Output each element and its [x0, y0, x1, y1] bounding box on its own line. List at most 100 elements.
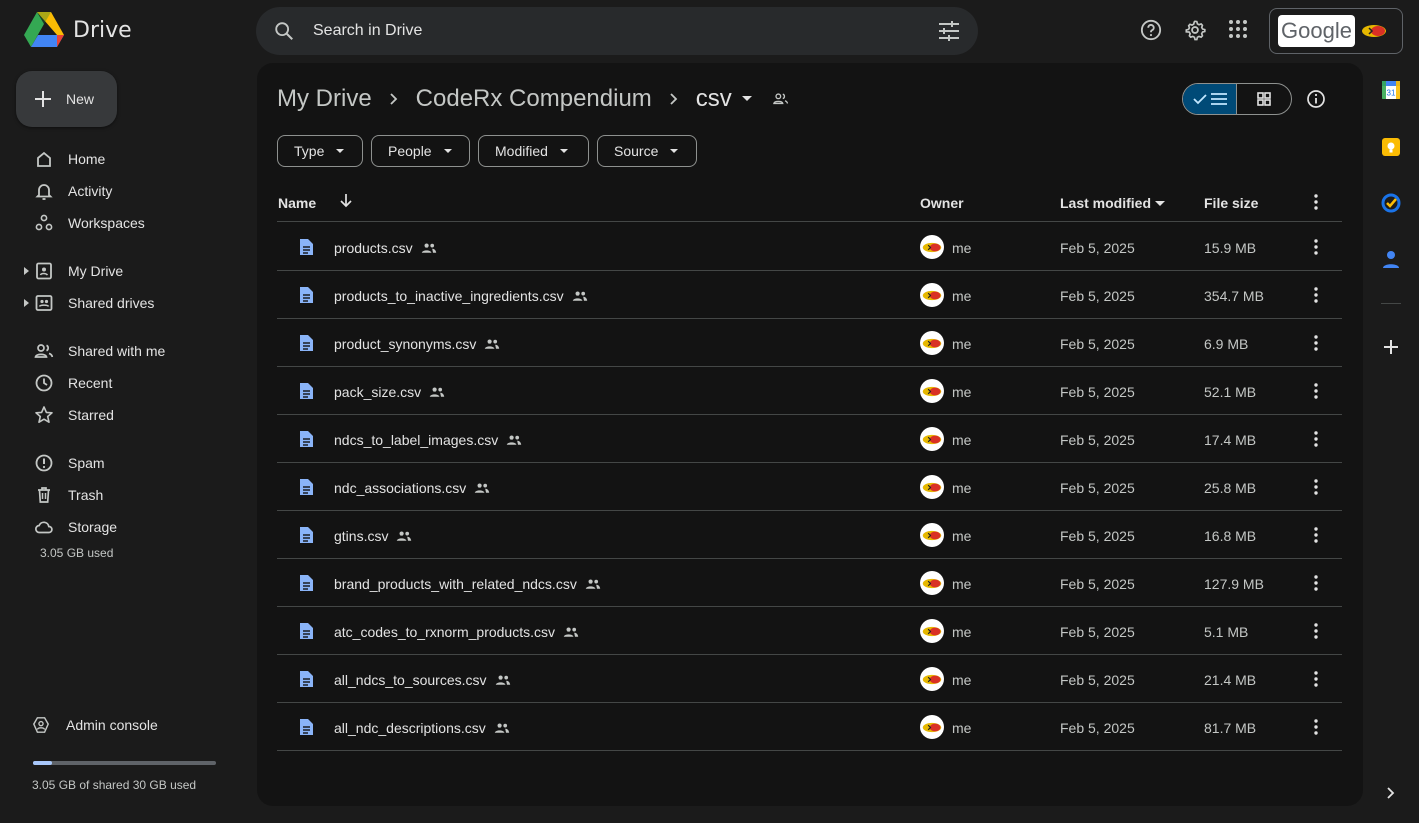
owner-avatar-icon — [922, 434, 942, 444]
column-header-name[interactable]: Name — [278, 195, 316, 211]
new-button[interactable]: New — [16, 71, 117, 127]
more-vert-icon[interactable] — [1314, 239, 1318, 255]
filter-people-chip[interactable]: People — [371, 135, 470, 167]
account-switcher[interactable]: Google — [1269, 8, 1403, 54]
table-row[interactable]: ndcs_to_label_images.csv me Feb 5, 2025 17.… — [277, 415, 1342, 463]
file-size: 15.9 MB — [1204, 240, 1257, 256]
keep-app-button[interactable] — [1371, 137, 1411, 157]
search-icon[interactable] — [273, 20, 295, 42]
help-icon[interactable] — [1140, 19, 1162, 41]
file-name[interactable]: pack_size.csv — [334, 384, 421, 400]
table-row[interactable]: all_ndcs_to_sources.csv me Feb 5, 2025 21.4… — [277, 655, 1342, 703]
admin-console-icon — [32, 717, 50, 733]
more-vert-icon[interactable] — [1314, 623, 1318, 639]
file-name[interactable]: all_ndcs_to_sources.csv — [334, 672, 487, 688]
search-bar[interactable] — [256, 7, 978, 55]
owner-avatar — [920, 427, 944, 451]
file-name[interactable]: ndcs_to_label_images.csv — [334, 432, 498, 448]
more-vert-icon[interactable] — [1314, 335, 1318, 351]
file-name[interactable]: products.csv — [334, 240, 413, 256]
table-row[interactable]: pack_size.csv me Feb 5, 2025 52.1 MB — [277, 367, 1342, 415]
shared-icon — [397, 531, 412, 541]
shared-icon — [585, 579, 601, 589]
file-name[interactable]: products_to_inactive_ingredients.csv — [334, 288, 564, 304]
owner-name: me — [952, 672, 972, 688]
calendar-app-button[interactable]: 31 — [1371, 80, 1411, 100]
more-vert-icon[interactable] — [1314, 527, 1318, 543]
file-name[interactable]: product_synonyms.csv — [334, 336, 476, 352]
sidebar-item-workspaces[interactable]: Workspaces — [0, 207, 250, 239]
breadcrumb-current[interactable]: csv — [696, 85, 732, 113]
last-modified: Feb 5, 2025 — [1060, 576, 1135, 592]
keep-icon — [1382, 138, 1400, 156]
info-icon[interactable] — [1306, 89, 1326, 109]
sidebar-item-starred[interactable]: Starred — [0, 399, 250, 431]
more-vert-icon[interactable] — [1314, 479, 1318, 495]
owner-avatar — [920, 571, 944, 595]
table-row[interactable]: brand_products_with_related_ndcs.csv me Fe… — [277, 559, 1342, 607]
contacts-app-button[interactable] — [1371, 249, 1411, 269]
file-name[interactable]: atc_codes_to_rxnorm_products.csv — [334, 624, 555, 640]
table-row[interactable]: ndc_associations.csv me Feb 5, 2025 25.8 MB — [277, 463, 1342, 511]
more-vert-icon[interactable] — [1314, 383, 1318, 399]
drive-logo[interactable]: Drive — [24, 12, 132, 48]
column-header-last-modified[interactable]: Last modified — [1060, 195, 1151, 211]
apps-grid-icon[interactable] — [1228, 19, 1248, 39]
table-row[interactable]: gtins.csv me Feb 5, 2025 16.8 MB — [277, 511, 1342, 559]
sidebar-item-my-drive[interactable]: My Drive — [0, 255, 250, 287]
sidebar-item-storage[interactable]: Storage — [0, 511, 250, 543]
more-vert-icon[interactable] — [1314, 431, 1318, 447]
breadcrumb-root[interactable]: My Drive — [277, 85, 372, 113]
sidebar-item-shared-drives[interactable]: Shared drives — [0, 287, 250, 319]
caret-down-icon[interactable] — [1155, 201, 1165, 206]
owner-avatar — [920, 715, 944, 739]
admin-console-link[interactable]: Admin console — [32, 716, 158, 734]
sidebar-item-activity[interactable]: Activity — [0, 175, 250, 207]
table-row[interactable]: products_to_inactive_ingredients.csv me Fe… — [277, 271, 1342, 319]
file-name[interactable]: gtins.csv — [334, 528, 388, 544]
table-row[interactable]: products.csv me Feb 5, 2025 15.9 MB — [277, 223, 1342, 271]
sidebar-item-home[interactable]: Home — [0, 143, 250, 175]
column-header-file-size[interactable]: File size — [1204, 195, 1258, 211]
add-app-button[interactable] — [1371, 339, 1411, 355]
more-vert-icon[interactable] — [1314, 194, 1318, 210]
filter-chip-label: Source — [614, 143, 659, 159]
file-name[interactable]: all_ndc_descriptions.csv — [334, 720, 486, 736]
sidebar-item-shared-with-me[interactable]: Shared with me — [0, 335, 250, 367]
expand-arrow-icon[interactable] — [24, 299, 30, 307]
search-options-icon[interactable] — [938, 21, 960, 41]
search-input[interactable] — [313, 22, 913, 40]
file-name[interactable]: brand_products_with_related_ndcs.csv — [334, 576, 577, 592]
settings-gear-icon[interactable] — [1184, 19, 1206, 41]
table-row[interactable]: all_ndc_descriptions.csv me Feb 5, 2025 81.… — [277, 703, 1342, 751]
table-row[interactable]: product_synonyms.csv me Feb 5, 2025 6.9 MB — [277, 319, 1342, 367]
tasks-app-button[interactable] — [1371, 193, 1411, 213]
sidebar-item-spam[interactable]: Spam — [0, 447, 250, 479]
document-icon — [300, 719, 313, 735]
list-icon — [1210, 93, 1227, 105]
expand-arrow-icon[interactable] — [24, 267, 30, 275]
more-vert-icon[interactable] — [1314, 287, 1318, 303]
sidebar-item-recent[interactable]: Recent — [0, 367, 250, 399]
expand-panel-button[interactable] — [1371, 787, 1411, 799]
grid-view-button[interactable] — [1237, 84, 1291, 114]
file-name-cell: products.csv — [334, 240, 437, 256]
file-name[interactable]: ndc_associations.csv — [334, 480, 466, 496]
more-vert-icon[interactable] — [1314, 719, 1318, 735]
filter-source-chip[interactable]: Source — [597, 135, 697, 167]
table-row[interactable]: atc_codes_to_rxnorm_products.csv me Feb 5,… — [277, 607, 1342, 655]
breadcrumb-parent[interactable]: CodeRx Compendium — [416, 85, 652, 113]
more-vert-icon[interactable] — [1314, 671, 1318, 687]
document-icon — [300, 623, 313, 639]
filter-modified-chip[interactable]: Modified — [478, 135, 589, 167]
last-modified: Feb 5, 2025 — [1060, 432, 1135, 448]
column-header-owner[interactable]: Owner — [920, 195, 964, 211]
list-view-button[interactable] — [1183, 84, 1238, 114]
file-name-cell: ndcs_to_label_images.csv — [334, 432, 522, 448]
caret-down-icon[interactable] — [741, 96, 752, 102]
last-modified: Feb 5, 2025 — [1060, 720, 1135, 736]
filter-type-chip[interactable]: Type — [277, 135, 363, 167]
sort-arrow-down-icon[interactable] — [340, 194, 352, 208]
more-vert-icon[interactable] — [1314, 575, 1318, 591]
sidebar-item-trash[interactable]: Trash — [0, 479, 250, 511]
